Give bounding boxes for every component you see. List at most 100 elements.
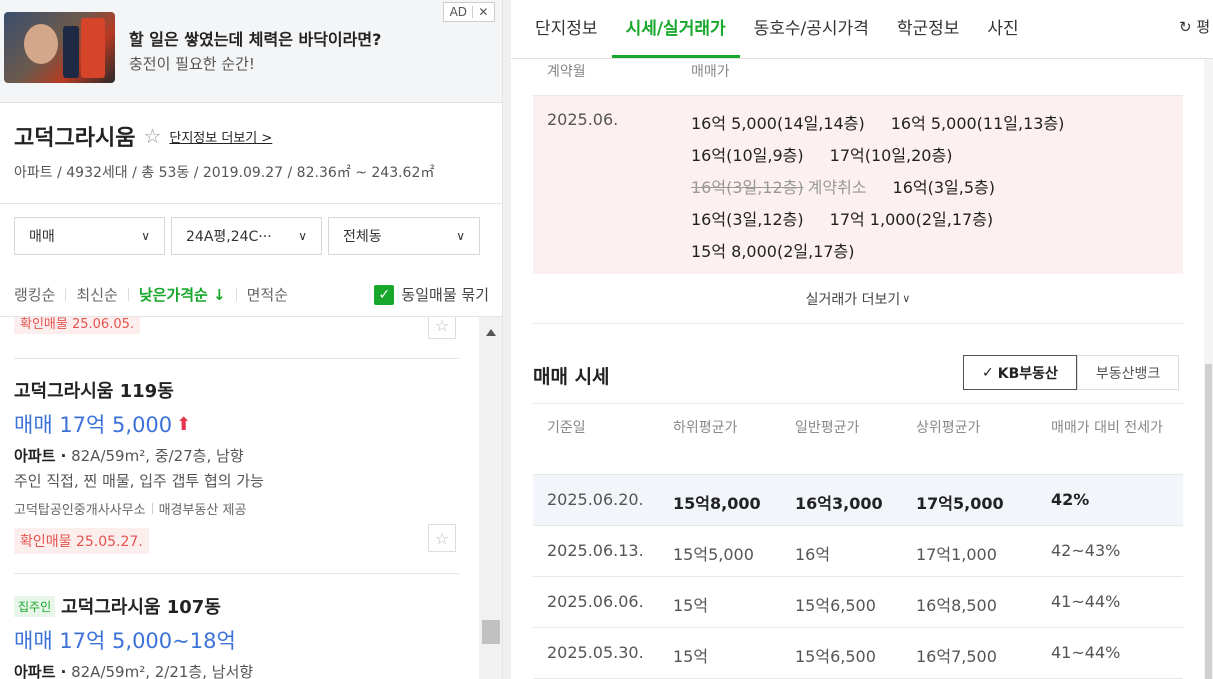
table-cell: 15억	[673, 647, 709, 666]
deal-line: 16억(10일,9층) 17억(10일,20층)	[691, 140, 1090, 172]
group-same-listings-label: 동일매물 묶기	[401, 286, 489, 304]
scroll-up-arrow-icon[interactable]	[486, 329, 496, 336]
refresh-icon[interactable]: ↻ 평	[1179, 16, 1210, 37]
sort-lowest-price[interactable]: 낮은가격순 ↓	[139, 284, 226, 305]
column-header: 기준일	[547, 420, 586, 436]
ad-subtitle[interactable]: 충전이 필요한 순간!	[129, 53, 255, 74]
filter-selects: 매매 ∨ 24A평,24C··· ∨ 전체동 ∨	[14, 217, 480, 255]
table-cell: 16억8,500	[916, 596, 997, 615]
table-cell: 15억	[673, 596, 709, 615]
group-same-listings-toggle[interactable]: ✓ 동일매물 묶기	[374, 284, 489, 305]
checkbox-checked-icon[interactable]: ✓	[374, 284, 395, 305]
ad-badge-divider	[472, 6, 474, 18]
listing-price: 매매 17억 5,000 ⬆	[14, 409, 459, 439]
complex-info-more-link[interactable]: 단지정보 더보기 >	[169, 127, 272, 146]
tab-unit-price[interactable]: 동호수/공시가격	[740, 0, 883, 58]
table-row: 2025.05.30. 15억 15억6,500 16억7,500 41~44%	[533, 628, 1183, 679]
size-value: 24A평,24C···	[186, 229, 272, 245]
chevron-down-icon: ∨	[298, 229, 307, 243]
agent-divider	[151, 503, 153, 514]
owner-badge: 집주인	[14, 595, 56, 617]
building-value: 전체동	[343, 229, 382, 245]
price-source-toggle: ✓ KB부동산 부동산뱅크	[963, 355, 1180, 390]
column-header: 일반평균가	[795, 420, 860, 436]
tab-school[interactable]: 학군정보	[883, 0, 974, 58]
ad-label: AD	[449, 5, 468, 19]
listing-price-text: 매매 17억 5,000~18억	[14, 629, 236, 653]
favorite-star-icon[interactable]: ☆	[143, 124, 161, 148]
deal-list: 16억 5,000(14일,14층) 16억 5,000(11일,13층) 16억…	[691, 108, 1090, 268]
favorite-star-icon[interactable]: ☆	[428, 317, 456, 339]
market-price-table: 기준일 하위평균가 일반평균가 상위평균가 매매가 대비 전세가 2025.06…	[533, 403, 1183, 679]
tab-complex-info[interactable]: 단지정보	[521, 0, 612, 58]
listing-title: 집주인 고덕그라시움 107동	[14, 593, 459, 619]
size-select[interactable]: 24A평,24C··· ∨	[171, 217, 322, 255]
column-header: 하위평균가	[673, 420, 738, 436]
deal-line: 16억(3일,12층) 계약취소 16억(3일,5층)	[691, 172, 1090, 204]
table-row: 2025.06.20. 15억8,000 16억3,000 17억5,000 4…	[533, 475, 1183, 526]
sort-latest[interactable]: 최신순	[76, 284, 117, 305]
agent-name[interactable]: 고덕탑공인중개사사무소	[14, 499, 146, 518]
deal-entry-cancelled: 16억(3일,12층)	[691, 178, 804, 197]
detail-tabs: 단지정보 시세/실거래가 동호수/공시가격 학군정보 사진	[511, 0, 1213, 59]
ad-image[interactable]	[4, 12, 115, 83]
header-contract-month: 계약월	[547, 64, 586, 80]
column-header: 상위평균가	[916, 420, 981, 436]
listing-scrollbar[interactable]	[479, 316, 502, 679]
tab-market-price[interactable]: 시세/실거래가	[611, 0, 740, 58]
complex-info: 아파트 / 4932세대 / 총 53동 / 2019.09.27 / 82.3…	[14, 165, 435, 181]
more-deals-label: 실거래가 더보기	[805, 291, 901, 308]
source-kb-button[interactable]: ✓ KB부동산	[963, 355, 1077, 390]
table-cell: 15억6,500	[795, 647, 876, 666]
table-cell: 2025.06.06.	[547, 592, 644, 611]
deal-month-row: 2025.06. 16억 5,000(14일,14층) 16억 5,000(11일…	[533, 96, 1183, 274]
table-row: 2025.06.13. 15억5,000 16억 17억1,000 42~43%	[533, 526, 1183, 577]
sort-ranking[interactable]: 랭킹순	[14, 284, 55, 305]
listing-title-text: 고덕그라시움 107동	[61, 597, 221, 618]
table-cell: 15억8,000	[673, 494, 761, 513]
provider-name: 매경부동산 제공	[158, 503, 247, 518]
deal-line: 16억(3일,12층) 17억 1,000(2일,17층)	[691, 204, 1090, 236]
table-cell: 42~43%	[1051, 541, 1121, 560]
sort-divider	[65, 288, 67, 301]
source-bank-button[interactable]: 부동산뱅크	[1076, 355, 1180, 390]
listing-spec-text: 82A/59m², 2/21층, 남서향	[66, 663, 254, 679]
chevron-down-icon: ∨	[141, 229, 150, 243]
verified-badge: 확인매물 25.06.05.	[14, 317, 140, 334]
complex-title-row: 고덕그라시움 ☆ 단지정보 더보기 >	[14, 120, 494, 152]
table-header: 기준일 하위평균가 일반평균가 상위평균가 매매가 대비 전세가	[533, 403, 1183, 475]
ad-banner[interactable]: 할 일은 쌓였는데 체력은 바닥이라면? 충전이 필요한 순간! AD ✕	[0, 0, 502, 103]
table-cell: 16억7,500	[916, 647, 997, 666]
favorite-star-icon[interactable]: ☆	[428, 524, 456, 552]
sort-divider	[235, 288, 237, 301]
sort-divider	[127, 288, 129, 301]
tab-photos[interactable]: 사진	[973, 0, 1032, 58]
ad-image-person	[24, 24, 58, 64]
scrollbar-thumb[interactable]	[482, 620, 500, 644]
deal-line: 15억 8,000(2일,17층)	[691, 236, 1090, 268]
table-cell: 41~44%	[1051, 643, 1121, 662]
chevron-down-icon: ∨	[456, 229, 465, 243]
trade-type-select[interactable]: 매매 ∨	[14, 217, 165, 255]
source-bank-label: 부동산뱅크	[1095, 365, 1161, 382]
scrollbar-thumb[interactable]	[1205, 364, 1212, 679]
detail-scrollbar[interactable]	[1204, 59, 1213, 679]
list-item[interactable]: 고덕그라시움 119동 매매 17억 5,000 ⬆ 아파트 · 82A/59m…	[14, 377, 459, 554]
listing-list: 확인매물 25.06.05. ☆ 고덕그라시움 119동 매매 17억 5,00…	[0, 316, 479, 679]
complex-summary: 고덕그라시움 ☆ 단지정보 더보기 > 아파트 / 4932세대 / 총 53동…	[14, 120, 494, 182]
listing-price-text: 매매 17억 5,000	[14, 413, 173, 437]
ad-image-bottle	[63, 26, 79, 78]
list-item[interactable]: 집주인 고덕그라시움 107동 매매 17억 5,000~18억 아파트 · 8…	[14, 593, 459, 679]
listing-agent: 고덕탑공인중개사사무소 매경부동산 제공	[14, 499, 459, 518]
deal-entry: 16억(3일,12층)	[691, 210, 804, 229]
table-cell: 42%	[1051, 490, 1090, 509]
sort-area[interactable]: 면적순	[247, 284, 288, 305]
more-deals-button[interactable]: 실거래가 더보기 ∨	[533, 274, 1183, 324]
listing-spec-text: 82A/59m², 중/27층, 남향	[66, 447, 244, 465]
list-divider	[14, 573, 459, 574]
building-select[interactable]: 전체동 ∨	[328, 217, 480, 255]
column-header: 매매가 대비 전세가	[1051, 420, 1163, 436]
market-price-title: 매매 시세	[533, 366, 610, 388]
ad-title[interactable]: 할 일은 쌓였는데 체력은 바닥이라면?	[129, 26, 381, 50]
ad-close-icon[interactable]: ✕	[478, 5, 488, 19]
